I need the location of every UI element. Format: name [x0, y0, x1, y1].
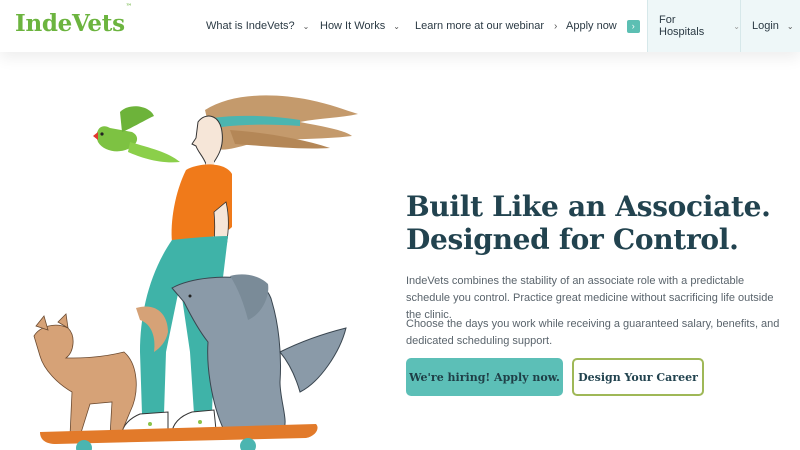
chevron-down-icon: ⌄: [393, 21, 400, 31]
nav-how-it-works[interactable]: How It Works ⌄: [320, 0, 400, 52]
top-nav: IndeVets™ What is IndeVets? ⌄ How It Wor…: [0, 0, 800, 52]
trademark-mark: ™: [125, 3, 132, 11]
chevron-right-icon: ›: [554, 20, 558, 32]
nav-for-hospitals[interactable]: For Hospitals ⌄: [647, 0, 741, 52]
indevets-logo[interactable]: IndeVets™: [15, 3, 132, 37]
nav-apply-now[interactable]: Apply now ›: [566, 0, 640, 52]
nav-item-label: For Hospitals: [659, 14, 705, 38]
nav-item-label: Login: [752, 20, 779, 32]
nav-item-label: Apply now: [566, 20, 617, 32]
nav-what-is-indevets[interactable]: What is IndeVets? ⌄: [206, 0, 309, 52]
woman-head: [191, 115, 223, 172]
headline-line-1: Built Like an Associate.: [406, 190, 771, 223]
hero-illustration: [33, 95, 358, 450]
hero-paragraph-2: Choose the days you work while receiving…: [406, 318, 780, 347]
chevron-down-icon: ⌄: [786, 21, 794, 31]
nav-webinar[interactable]: Learn more at our webinar ›: [415, 0, 557, 52]
design-your-career-button[interactable]: Design Your Career: [572, 358, 704, 396]
chevron-down-icon: ⌄: [302, 21, 310, 31]
apply-now-button[interactable]: We're hiring! Apply now.: [406, 358, 563, 396]
woman-hair: [205, 95, 358, 150]
nav-item-label: How It Works: [320, 20, 386, 32]
nav-login[interactable]: Login ⌄: [741, 0, 800, 52]
chevron-down-icon: ⌄: [733, 21, 740, 31]
headline-line-2: Designed for Control.: [406, 223, 739, 256]
arrow-right-badge-icon: ›: [626, 19, 640, 33]
hero-headline: Built Like an Associate. Designed for Co…: [406, 190, 786, 256]
logo-text: IndeVets: [15, 10, 125, 37]
nav-item-label: Learn more at our webinar: [415, 20, 545, 32]
parrot-illustration: [93, 106, 180, 163]
nav-item-label: What is IndeVets?: [206, 20, 295, 32]
